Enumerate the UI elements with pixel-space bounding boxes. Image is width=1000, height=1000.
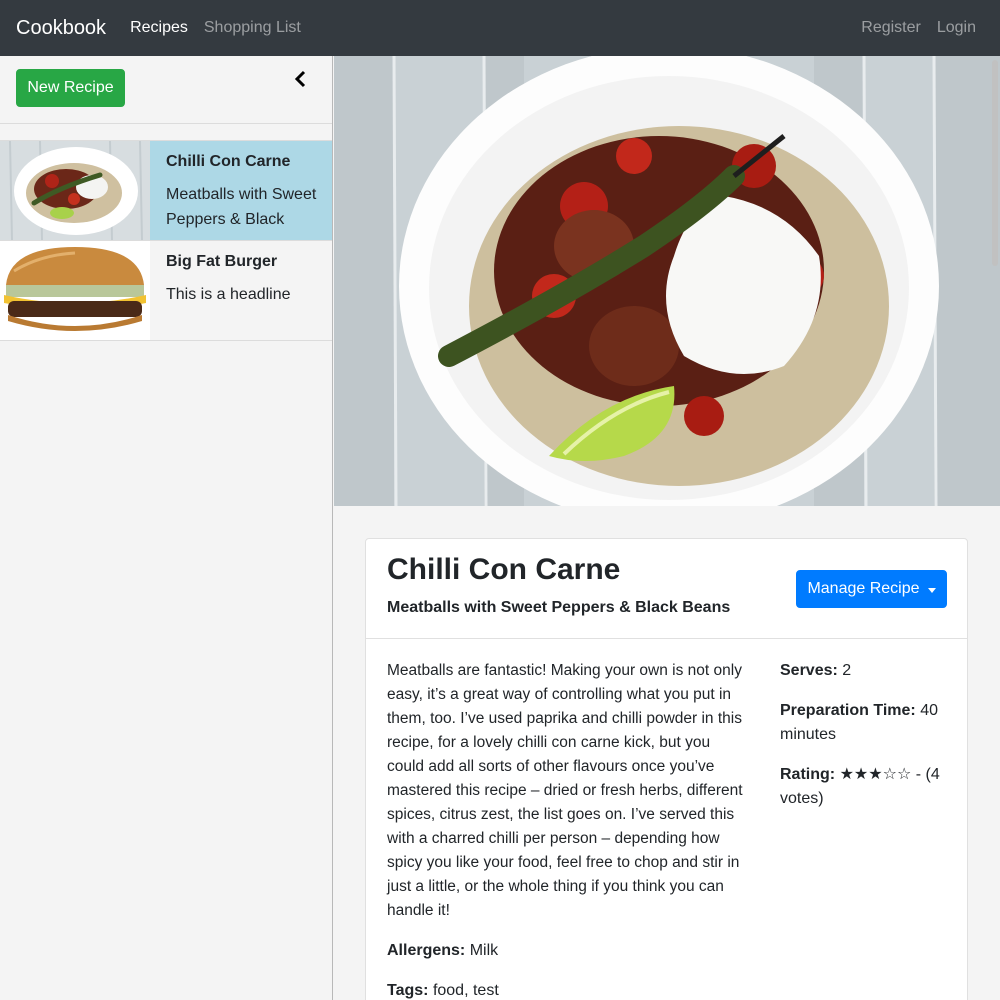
manage-recipe-label: Manage Recipe xyxy=(807,580,920,597)
nav-recipes[interactable]: Recipes xyxy=(130,19,188,37)
rating-row: Rating: ★★★☆☆ - (4 votes) xyxy=(780,763,950,811)
list-item-headline: Meatballs with Sweet Peppers & Black xyxy=(166,186,317,228)
list-item[interactable]: Chilli Con Carne Meatballs with Sweet Pe… xyxy=(0,141,332,241)
list-item-title: Big Fat Burger xyxy=(166,253,278,270)
recipe-allergens: Allergens: Milk xyxy=(387,939,498,963)
rating-label: Rating: xyxy=(780,766,836,783)
recipe-card-header: Chilli Con Carne Meatballs with Sweet Pe… xyxy=(366,539,967,639)
serves-label: Serves: xyxy=(780,662,838,679)
list-item-headline: This is a headline xyxy=(166,286,291,303)
serves-row: Serves: 2 xyxy=(780,659,950,683)
serves-value: 2 xyxy=(842,662,852,679)
scrollbar-thumb[interactable] xyxy=(992,60,998,266)
recipe-list: Chilli Con Carne Meatballs with Sweet Pe… xyxy=(0,140,332,341)
nav-register[interactable]: Register xyxy=(861,19,921,37)
main-scrollbar[interactable] xyxy=(990,56,1000,1000)
sidebar: New Recipe Chilli Con Carne Meatballs wi… xyxy=(0,56,333,1000)
recipe-thumbnail xyxy=(0,241,150,340)
recipe-description: Meatballs are fantastic! Making your own… xyxy=(387,662,743,919)
allergens-value: Milk xyxy=(469,942,499,959)
recipe-meta: Serves: 2 Preparation Time: 40 minutes R… xyxy=(780,659,950,827)
tags-label: Tags: xyxy=(387,982,429,999)
top-navbar: Cookbook Recipes Shopping List Register … xyxy=(0,0,1000,56)
recipe-title: Chilli Con Carne xyxy=(387,553,621,586)
chevron-left-icon[interactable] xyxy=(292,70,310,88)
new-recipe-button[interactable]: New Recipe xyxy=(16,69,125,107)
sidebar-toolbar: New Recipe xyxy=(0,56,332,124)
tags-value: food, test xyxy=(432,982,499,999)
list-item-title: Chilli Con Carne xyxy=(166,153,291,170)
rating-stars: ★★★☆☆ xyxy=(839,766,912,783)
manage-recipe-button[interactable]: Manage Recipe xyxy=(796,570,947,608)
nav-right: Register Login xyxy=(861,19,1000,37)
nav-shopping-list[interactable]: Shopping List xyxy=(204,19,301,37)
brand-logo[interactable]: Cookbook xyxy=(16,17,106,40)
list-item[interactable]: Big Fat Burger This is a headline xyxy=(0,241,332,341)
caret-down-icon xyxy=(927,587,936,593)
allergens-label: Allergens: xyxy=(387,942,466,959)
recipe-thumbnail xyxy=(0,141,150,240)
prep-time-label: Preparation Time: xyxy=(780,702,916,719)
recipe-tags: Tags: food, test xyxy=(387,979,499,1000)
recipe-card: Chilli Con Carne Meatballs with Sweet Pe… xyxy=(365,538,968,1000)
recipe-subtitle: Meatballs with Sweet Peppers & Black Bea… xyxy=(387,599,731,616)
list-item-text: Chilli Con Carne Meatballs with Sweet Pe… xyxy=(150,141,332,240)
list-item-text: Big Fat Burger This is a headline xyxy=(150,241,305,340)
recipe-hero-image xyxy=(334,56,1000,506)
nav-login[interactable]: Login xyxy=(937,19,976,37)
main-content: Chilli Con Carne Meatballs with Sweet Pe… xyxy=(334,56,1000,1000)
prep-time-row: Preparation Time: 40 minutes xyxy=(780,699,950,747)
